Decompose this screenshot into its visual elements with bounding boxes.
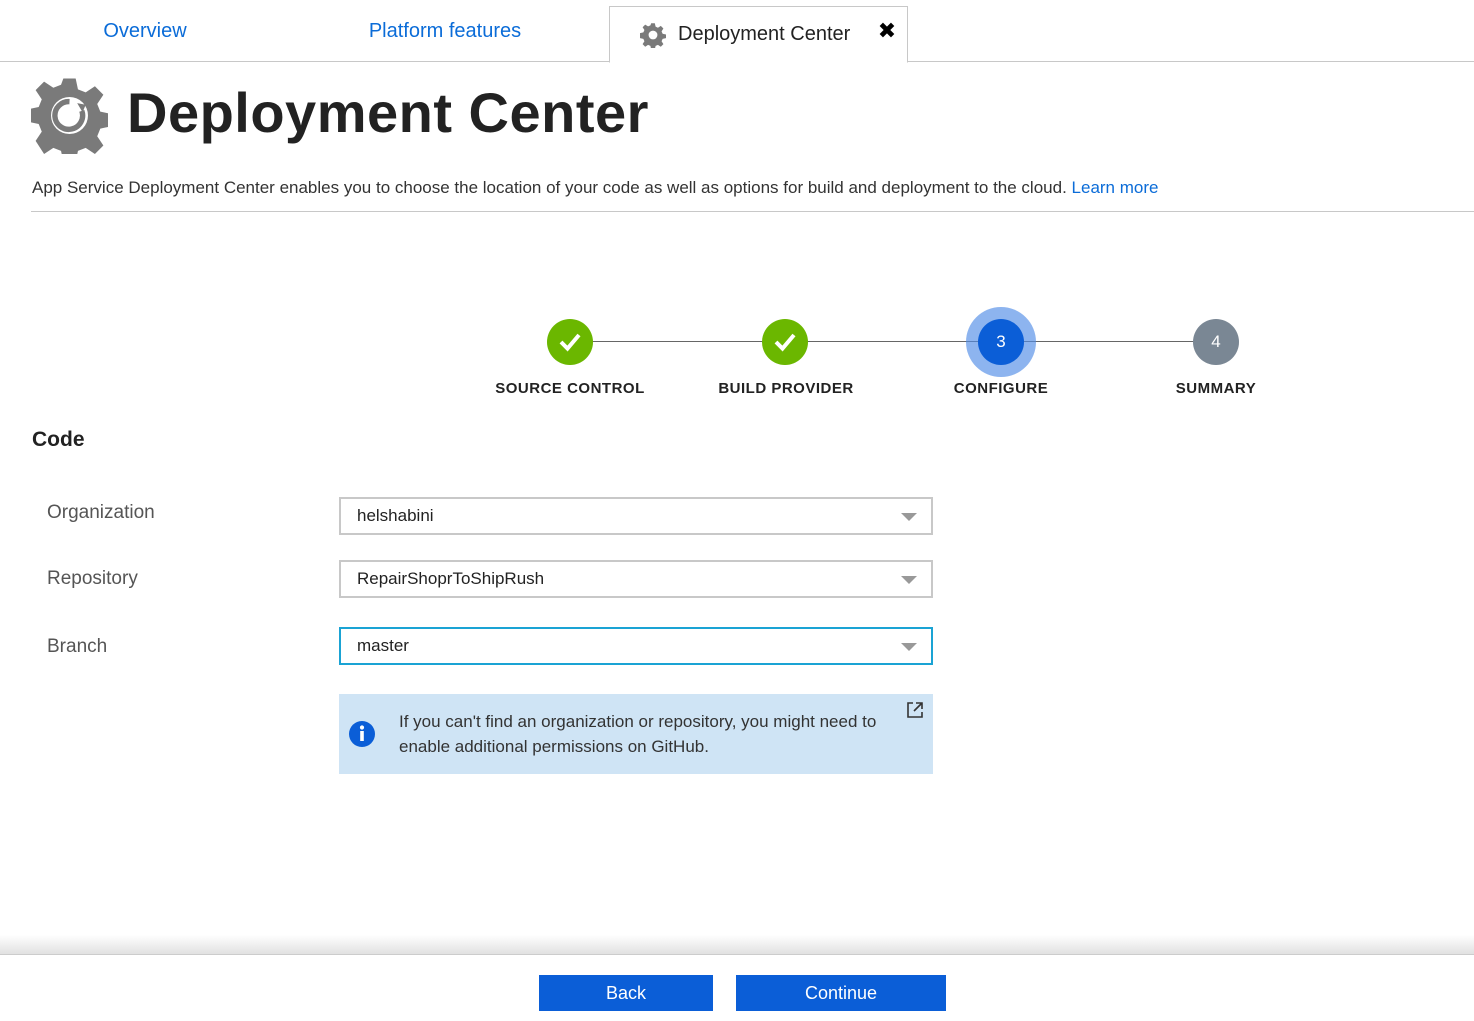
- repository-value: RepairShoprToShipRush: [357, 569, 545, 588]
- branch-dropdown[interactable]: master: [339, 627, 933, 665]
- footer-divider: [0, 935, 1474, 955]
- checkmark-icon: [559, 333, 581, 352]
- deployment-gear-icon: [31, 78, 108, 154]
- step-build-provider-indicator: [762, 319, 808, 365]
- tab-platform-features[interactable]: Platform features: [330, 0, 560, 62]
- tab-deployment-center[interactable]: Deployment Center ✖: [609, 6, 908, 63]
- divider: [31, 211, 1474, 212]
- step-configure-label: CONFIGURE: [953, 380, 1049, 397]
- tab-overview[interactable]: Overview: [60, 0, 230, 62]
- info-icon: [349, 721, 375, 747]
- page-description: App Service Deployment Center enables yo…: [32, 178, 1158, 198]
- chevron-down-icon: [901, 643, 917, 651]
- back-button[interactable]: Back: [539, 975, 713, 1011]
- repository-dropdown[interactable]: RepairShoprToShipRush: [339, 560, 933, 598]
- info-text: If you can't find an organization or rep…: [399, 712, 877, 756]
- branch-value: master: [357, 636, 409, 655]
- branch-label: Branch: [47, 636, 108, 657]
- continue-button[interactable]: Continue: [736, 975, 946, 1011]
- page-title: Deployment Center: [127, 81, 649, 144]
- tab-bar: Overview Platform features Deployment Ce…: [0, 0, 1474, 63]
- description-text: App Service Deployment Center enables yo…: [32, 178, 1067, 197]
- checkmark-icon: [774, 333, 796, 352]
- gear-icon: [640, 22, 666, 48]
- footer: Back Continue: [0, 935, 1474, 1021]
- step-source-control-indicator: [547, 319, 593, 365]
- organization-label: Organization: [47, 502, 155, 523]
- step-summary-indicator: 4: [1193, 319, 1239, 365]
- organization-dropdown[interactable]: helshabini: [339, 497, 933, 535]
- chevron-down-icon: [901, 576, 917, 584]
- external-link-icon[interactable]: [906, 701, 924, 719]
- step-source-control-label: SOURCE CONTROL: [495, 380, 645, 397]
- step-configure-indicator: 3: [978, 319, 1024, 365]
- close-icon[interactable]: ✖: [875, 18, 899, 43]
- organization-value: helshabini: [357, 506, 434, 525]
- chevron-down-icon: [901, 513, 917, 521]
- stepper-line: [570, 341, 1216, 342]
- section-title: Code: [32, 428, 85, 451]
- info-message: If you can't find an organization or rep…: [339, 694, 933, 774]
- step-build-provider-label: BUILD PROVIDER: [718, 380, 854, 397]
- learn-more-link[interactable]: Learn more: [1072, 178, 1159, 197]
- tab-deployment-center-label: Deployment Center: [678, 23, 851, 45]
- repository-label: Repository: [47, 568, 138, 589]
- step-summary-label: SUMMARY: [1175, 380, 1257, 397]
